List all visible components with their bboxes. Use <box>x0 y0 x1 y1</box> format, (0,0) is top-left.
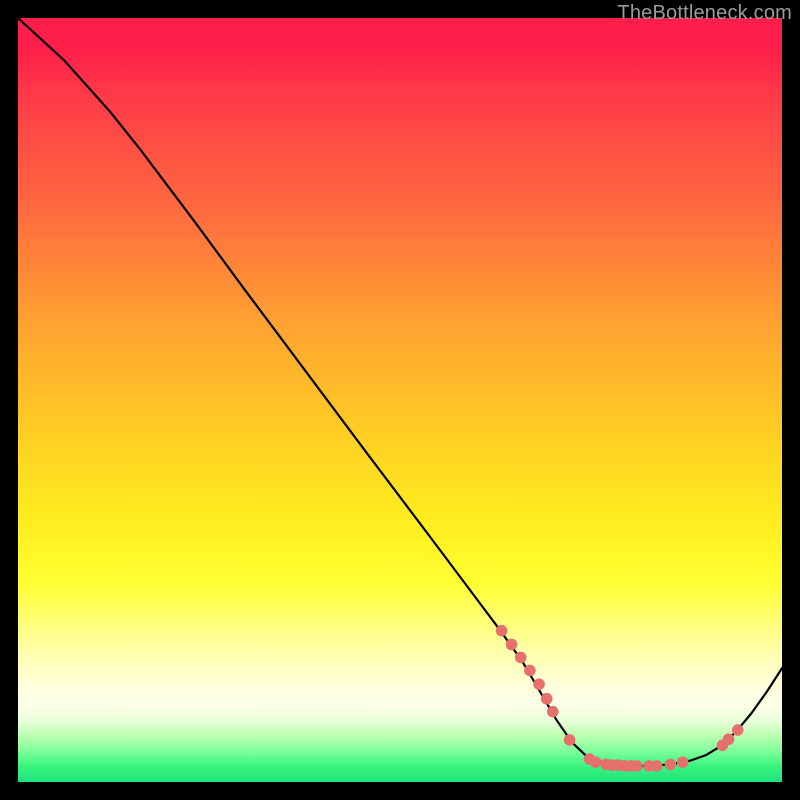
chart-plot-area <box>18 18 782 782</box>
chart-marker-dot <box>515 652 527 664</box>
chart-marker-dot <box>723 733 735 745</box>
chart-curve <box>18 18 782 766</box>
chart-marker-dot <box>506 639 518 651</box>
chart-marker-dot <box>631 760 643 772</box>
chart-marker-dot <box>590 756 602 768</box>
chart-marker-dot <box>564 734 576 746</box>
chart-markers <box>496 625 744 772</box>
chart-marker-dot <box>547 706 559 718</box>
chart-marker-dot <box>665 759 677 771</box>
chart-marker-dot <box>524 665 536 677</box>
chart-svg-layer <box>18 18 782 782</box>
chart-stage: TheBottleneck.com <box>0 0 800 800</box>
chart-marker-dot <box>651 760 663 772</box>
chart-marker-dot <box>732 724 744 736</box>
chart-marker-dot <box>533 678 545 690</box>
chart-marker-dot <box>677 756 689 768</box>
watermark-text: TheBottleneck.com <box>617 2 792 25</box>
chart-marker-dot <box>541 693 553 705</box>
chart-marker-dot <box>496 625 508 637</box>
